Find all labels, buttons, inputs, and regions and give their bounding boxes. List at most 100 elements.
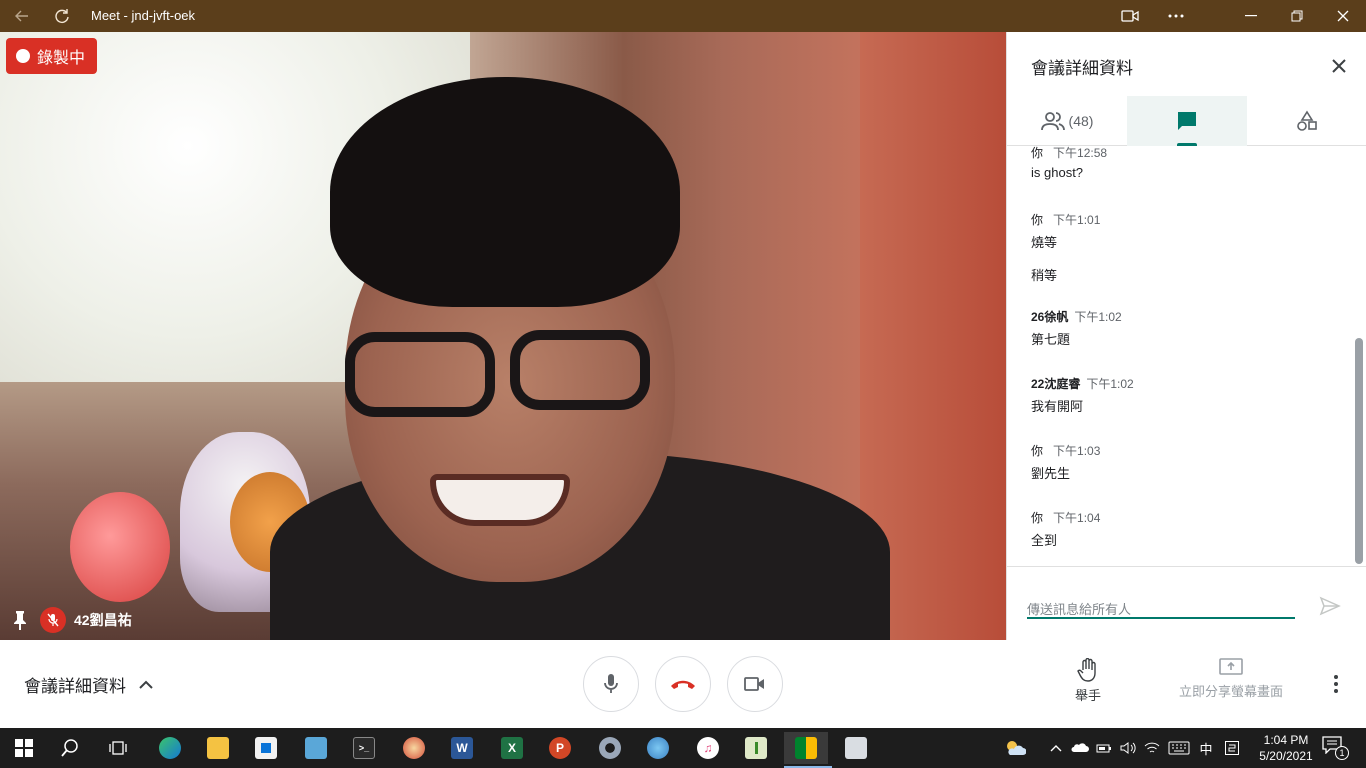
window-title: Meet - jnd-jvft-oek — [91, 8, 196, 23]
microphone-button[interactable] — [583, 656, 639, 712]
chat-messages: 你下午12:58 is ghost? 你下午1:01 燒等 稍等 26徐帆 下午1… — [1007, 146, 1355, 566]
present-now-button[interactable]: 立即分享螢幕畫面 — [1170, 658, 1292, 700]
message-sender: 你 — [1031, 146, 1044, 160]
send-icon[interactable] — [1319, 595, 1341, 617]
ime-mode-icon[interactable] — [1218, 741, 1246, 755]
chevron-up-icon[interactable] — [1044, 744, 1068, 752]
message-time: 下午1:01 — [1053, 213, 1101, 227]
present-label: 立即分享螢幕畫面 — [1178, 684, 1283, 699]
store-icon — [255, 737, 277, 759]
mic-off-icon — [40, 607, 66, 633]
more-options-button[interactable] — [1322, 670, 1350, 698]
message-text: is ghost? — [1031, 165, 1084, 180]
keyboard-icon[interactable] — [1164, 741, 1194, 755]
terminal-app[interactable]: >_ — [342, 732, 386, 764]
glasses — [345, 332, 495, 417]
message-text: 第七題 — [1031, 332, 1071, 347]
start-button[interactable] — [0, 732, 48, 764]
paint-icon — [403, 737, 425, 759]
panel-title: 會議詳細資料 — [1031, 59, 1133, 78]
reload-icon[interactable] — [48, 0, 76, 32]
weather-icon[interactable] — [1000, 740, 1030, 756]
edge-app[interactable] — [148, 732, 192, 764]
control-panel-app[interactable] — [294, 732, 338, 764]
message-sender: 你 — [1031, 511, 1044, 525]
restore-button[interactable] — [1274, 0, 1320, 32]
search-icon — [61, 739, 78, 757]
globe-icon — [647, 737, 669, 759]
recording-label: 錄製中 — [37, 50, 86, 67]
hang-up-button[interactable] — [655, 656, 711, 712]
computer-icon — [845, 737, 867, 759]
message-text: 稍等 — [1031, 268, 1058, 283]
record-dot-icon — [16, 49, 30, 63]
gear-icon — [599, 737, 621, 759]
pin-icon[interactable] — [8, 608, 32, 632]
tab-people[interactable]: (48) — [1007, 96, 1127, 146]
message-sender: 你 — [1031, 444, 1044, 458]
chat-input[interactable]: 傳送訊息給所有人 — [1027, 599, 1131, 618]
folder-icon — [207, 737, 229, 759]
network-app[interactable] — [834, 732, 878, 764]
more-horiz-icon[interactable] — [1162, 0, 1190, 32]
tab-activities[interactable] — [1247, 96, 1366, 146]
control-panel-icon — [305, 737, 327, 759]
message-time: 下午1:04 — [1053, 511, 1101, 525]
store-app[interactable] — [244, 732, 288, 764]
search-button[interactable] — [48, 732, 92, 764]
camera-button[interactable] — [727, 656, 783, 712]
back-icon[interactable] — [8, 0, 36, 32]
microphone-icon — [604, 674, 618, 693]
volume-icon[interactable] — [1116, 741, 1140, 755]
powerpoint-app[interactable]: P — [538, 732, 582, 764]
participant-label: 42劉昌祐 — [8, 606, 132, 634]
task-view-icon — [109, 741, 127, 755]
input-method-indicator[interactable]: 中 — [1194, 739, 1218, 758]
meeting-controls: 會議詳細資料 舉手 立即分享螢幕畫面 — [0, 640, 1366, 728]
powerpoint-icon: P — [549, 737, 571, 759]
itunes-app[interactable]: ♫ — [686, 732, 730, 764]
excel-icon: X — [501, 737, 523, 759]
maps-app[interactable] — [636, 732, 680, 764]
notifications-button[interactable]: 1 — [1322, 736, 1352, 760]
chat-message: 你下午1:04 全到 — [1031, 509, 1100, 549]
message-text: 劉先生 — [1031, 466, 1071, 481]
settings-app[interactable] — [588, 732, 632, 764]
chat-compose: 傳送訊息給所有人 — [1007, 566, 1366, 640]
participant-name: 42劉昌祐 — [74, 612, 132, 628]
wifi-icon[interactable] — [1140, 741, 1164, 755]
chat-message: 26徐帆 下午1:02 第七題 — [1031, 308, 1122, 348]
people-icon — [1040, 112, 1065, 131]
system-clock[interactable]: 1:04 PM 5/20/2021 — [1246, 732, 1326, 764]
message-sender: 你 — [1031, 213, 1044, 227]
chat-message: 22沈庭睿 下午1:02 我有開阿 — [1031, 375, 1134, 415]
close-panel-button[interactable] — [1323, 50, 1355, 82]
plush-toy — [70, 492, 170, 602]
task-view-button[interactable] — [96, 732, 140, 764]
chat-scrollbar[interactable] — [1355, 338, 1363, 564]
minimize-button[interactable] — [1228, 0, 1274, 32]
meeting-details-toggle[interactable]: 會議詳細資料 — [24, 672, 154, 697]
file-explorer-app[interactable] — [196, 732, 240, 764]
tab-chat[interactable] — [1127, 96, 1247, 146]
paint-app[interactable] — [392, 732, 436, 764]
people-count: (48) — [1068, 113, 1094, 129]
word-app[interactable]: W — [440, 732, 484, 764]
message-text: 燒等 — [1031, 235, 1058, 250]
music-icon: ♫ — [697, 737, 719, 759]
raise-hand-button[interactable]: 舉手 — [1066, 657, 1110, 704]
camera-window-icon[interactable] — [1116, 0, 1144, 32]
more-vert-icon — [1334, 675, 1338, 693]
meet-app[interactable] — [784, 732, 832, 768]
raise-hand-label: 舉手 — [1074, 688, 1101, 703]
close-window-button[interactable] — [1320, 0, 1366, 32]
chat-icon — [1178, 112, 1196, 130]
onedrive-icon[interactable] — [1068, 743, 1092, 753]
recording-badge: 錄製中 — [6, 38, 98, 74]
panel-tabs: (48) — [1007, 96, 1366, 146]
battery-icon[interactable] — [1092, 742, 1116, 754]
message-text: 全到 — [1031, 533, 1058, 548]
excel-app[interactable]: X — [490, 732, 534, 764]
chart-app[interactable] — [734, 732, 778, 764]
camera-icon — [744, 677, 764, 691]
